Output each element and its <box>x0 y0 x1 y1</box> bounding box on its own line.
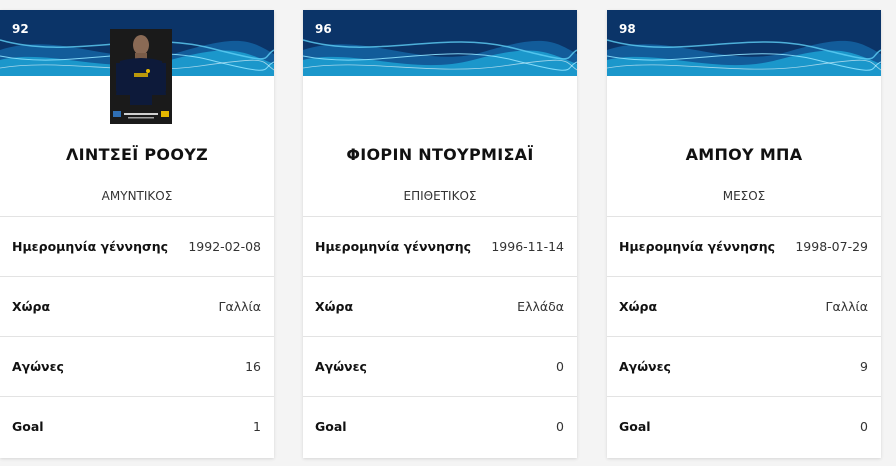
stat-row-country: Χώρα Γαλλία <box>607 276 881 336</box>
stat-label: Goal <box>315 419 347 434</box>
stat-label: Αγώνες <box>619 359 671 374</box>
stat-row-country: Χώρα Γαλλία <box>0 276 274 336</box>
stat-value: Γαλλία <box>825 299 868 314</box>
stat-value: 9 <box>860 359 868 374</box>
player-number: 92 <box>12 22 29 36</box>
player-name: ΛΙΝΤΣΕΪ ΡΟΟΥΖ <box>65 145 209 164</box>
stat-value: Γαλλία <box>218 299 261 314</box>
player-number: 98 <box>619 22 636 36</box>
stat-label: Ημερομηνία γέννησης <box>619 239 776 254</box>
stat-row-matches: Αγώνες 9 <box>607 336 881 396</box>
stat-row-goals: Goal 0 <box>607 396 881 456</box>
card-banner <box>607 10 881 76</box>
player-name: ΑΜΠΟΥ ΜΠΑ <box>685 145 803 164</box>
player-name: ΦΙΟΡΙΝ ΝΤΟΥΡΜΙΣΑΪ <box>346 145 534 164</box>
player-position: ΜΕΣΟΣ <box>722 189 766 203</box>
stat-value: 1992-02-08 <box>188 239 261 254</box>
stat-value: 0 <box>556 419 564 434</box>
stat-label: Ημερομηνία γέννησης <box>315 239 472 254</box>
stat-label: Αγώνες <box>12 359 64 374</box>
stat-label: Ημερομηνία γέννησης <box>12 239 169 254</box>
stat-label: Αγώνες <box>315 359 367 374</box>
player-stats: Ημερομηνία γέννησης 1992-02-08 Χώρα Γαλλ… <box>0 216 274 456</box>
stat-label: Χώρα <box>315 299 354 314</box>
stat-row-birthdate: Ημερομηνία γέννησης 1996-11-14 <box>303 216 577 276</box>
stat-row-goals: Goal 0 <box>303 396 577 456</box>
player-card[interactable]: 96 ΦΙΟΡΙΝ ΝΤΟΥΡΜΙΣΑΪ ΕΠΙΘΕΤΙΚΟΣ Ημερομην… <box>303 10 577 458</box>
stat-label: Goal <box>12 419 44 434</box>
player-card[interactable]: 92 ΛΙΝΤΣΕΪ ΡΟΟΥΖ ΑΜΥΝΤΙΚΟΣ Ημερομηνία γέ… <box>0 10 274 458</box>
stat-label: Goal <box>619 419 651 434</box>
stat-row-matches: Αγώνες 16 <box>0 336 274 396</box>
stat-value: 1996-11-14 <box>491 239 564 254</box>
stat-label: Χώρα <box>12 299 51 314</box>
player-stats: Ημερομηνία γέννησης 1996-11-14 Χώρα Ελλά… <box>303 216 577 456</box>
stat-value: 0 <box>556 359 564 374</box>
player-position: ΑΜΥΝΤΙΚΟΣ <box>101 189 173 203</box>
wave-pattern <box>607 39 881 76</box>
player-photo[interactable] <box>110 29 172 124</box>
stat-row-birthdate: Ημερομηνία γέννησης 1998-07-29 <box>607 216 881 276</box>
stat-value: 0 <box>860 419 868 434</box>
player-position: ΕΠΙΘΕΤΙΚΟΣ <box>403 189 477 203</box>
stat-row-goals: Goal 1 <box>0 396 274 456</box>
stat-value: 1998-07-29 <box>795 239 868 254</box>
stat-row-birthdate: Ημερομηνία γέννησης 1992-02-08 <box>0 216 274 276</box>
wave-pattern <box>303 39 577 76</box>
stat-label: Χώρα <box>619 299 658 314</box>
stat-row-country: Χώρα Ελλάδα <box>303 276 577 336</box>
player-stats: Ημερομηνία γέννησης 1998-07-29 Χώρα Γαλλ… <box>607 216 881 456</box>
stat-value: 16 <box>245 359 261 374</box>
card-banner <box>303 10 577 76</box>
stat-value: 1 <box>253 419 261 434</box>
stat-row-matches: Αγώνες 0 <box>303 336 577 396</box>
player-number: 96 <box>315 22 332 36</box>
player-card[interactable]: 98 ΑΜΠΟΥ ΜΠΑ ΜΕΣΟΣ Ημερομηνία γέννησης 1… <box>607 10 881 458</box>
stat-value: Ελλάδα <box>517 299 564 314</box>
